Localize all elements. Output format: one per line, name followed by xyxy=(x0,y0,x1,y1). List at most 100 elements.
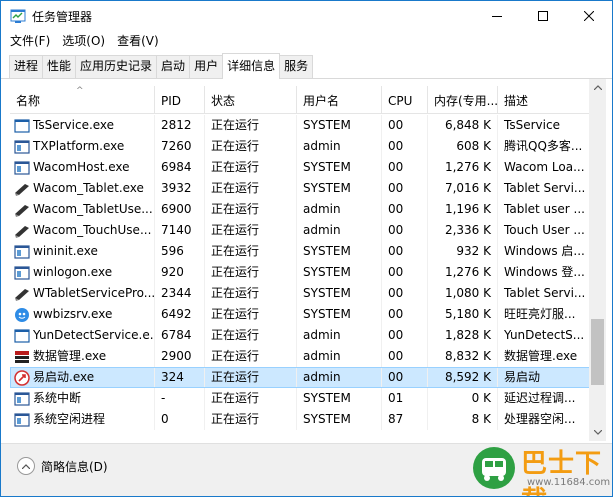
cell-cpu: 00 xyxy=(382,157,428,178)
cell-pid: 6900 xyxy=(155,199,205,220)
maximize-button[interactable] xyxy=(520,1,566,31)
cell-cpu: 00 xyxy=(382,346,428,367)
tab-services[interactable]: 服务 xyxy=(279,55,314,78)
cell-memory: 1,080 K xyxy=(428,283,498,304)
column-header-memory[interactable]: 内存(专用... xyxy=(428,86,498,114)
cell-name: WTabletServicePro... xyxy=(10,283,155,304)
title-bar[interactable]: 任务管理器 xyxy=(1,1,612,31)
table-row[interactable]: winlogon.exe 920 正在运行 SYSTEM 00 1,276 K Window… xyxy=(10,262,590,283)
cell-cpu: 00 xyxy=(382,283,428,304)
table-row[interactable]: 系统中断 - 正在运行 SYSTEM 01 0 K 延迟过程调... xyxy=(10,388,590,409)
cell-name: Wacom_Tablet.exe xyxy=(10,178,155,199)
column-header-cpu[interactable]: CPU xyxy=(382,86,428,114)
column-header-status[interactable]: 状态 xyxy=(205,86,297,114)
cell-user: SYSTEM xyxy=(297,388,382,409)
tab-processes[interactable]: 进程 xyxy=(9,55,44,78)
tab-details[interactable]: 详细信息 xyxy=(222,53,281,79)
cell-memory: 0 K xyxy=(428,388,498,409)
process-name: 数据管理.exe xyxy=(33,349,107,363)
cell-pid: 2900 xyxy=(155,346,205,367)
watermark-brand: 巴士下载 xyxy=(521,449,603,496)
cell-name: Wacom_TouchUse... xyxy=(10,220,155,241)
menu-file[interactable]: 文件(F) xyxy=(1,31,56,52)
chevron-up-circle-icon xyxy=(17,457,35,475)
cell-user: admin xyxy=(297,199,382,220)
cell-description: Touch User ... xyxy=(504,223,585,237)
table-row[interactable]: Wacom_TouchUse... 7140 正在运行 admin 00 2,336 K T… xyxy=(10,220,590,241)
table-row[interactable]: 易启动.exe 324 正在运行 admin 00 8,592 K 易启动 xyxy=(10,367,590,388)
column-header-description[interactable]: 描述 xyxy=(498,86,590,114)
cell-pid: 920 xyxy=(155,262,205,283)
scroll-down-icon xyxy=(593,430,602,435)
cell-pid: 2344 xyxy=(155,283,205,304)
cell-cpu: 00 xyxy=(382,304,428,325)
cell-cpu: 00 xyxy=(382,115,428,136)
table-row[interactable]: YunDetectService.e... 6784 正在运行 admin 00 1,82… xyxy=(10,325,590,346)
process-name: Wacom_Tablet.exe xyxy=(33,181,144,195)
cell-cpu: 00 xyxy=(382,367,428,388)
table-row[interactable]: TXPlatform.exe 7260 正在运行 admin 00 608 K 腾讯QQ多客… xyxy=(10,136,590,157)
process-name: TsService.exe xyxy=(33,118,115,132)
tab-startup[interactable]: 启动 xyxy=(156,55,191,78)
tab-performance[interactable]: 性能 xyxy=(42,55,77,78)
app-window-icon xyxy=(14,265,30,281)
table-row[interactable]: WacomHost.exe 6984 正在运行 SYSTEM 00 1,276 K Waco… xyxy=(10,157,590,178)
tab-app-history[interactable]: 应用历史记录 xyxy=(75,55,158,78)
scroll-up-button[interactable] xyxy=(589,79,606,96)
cell-description: Tablet Servi... xyxy=(504,181,586,195)
cell-name: 系统中断 xyxy=(10,388,155,409)
menu-view[interactable]: 查看(V) xyxy=(111,31,165,52)
table-row[interactable]: wwbizsrv.exe 6492 正在运行 SYSTEM 00 5,180 K 旺旺亮灯服… xyxy=(10,304,590,325)
scroll-thumb[interactable] xyxy=(591,319,604,385)
cell-status: 正在运行 xyxy=(205,283,297,304)
cell-pid: 596 xyxy=(155,241,205,262)
cell-memory: 5,180 K xyxy=(428,304,498,325)
window-controls xyxy=(474,1,612,31)
process-name: YunDetectService.e... xyxy=(33,328,155,342)
cell-description: 腾讯QQ多客... xyxy=(504,139,583,153)
table-row[interactable]: TsService.exe 2812 正在运行 SYSTEM 00 6,848 K TsSe… xyxy=(10,115,590,136)
table-row[interactable]: 系统空闲进程 0 正在运行 SYSTEM 87 8 K 处理器空闲... xyxy=(10,409,590,430)
fewer-details-button[interactable]: 简略信息(D) xyxy=(17,456,108,476)
scroll-down-button[interactable] xyxy=(589,424,606,441)
cell-name: wininit.exe xyxy=(10,241,155,262)
cell-status: 正在运行 xyxy=(205,346,297,367)
vertical-scrollbar[interactable] xyxy=(589,79,606,441)
menu-options[interactable]: 选项(O) xyxy=(56,31,111,52)
close-button[interactable] xyxy=(566,1,612,31)
cell-name: TXPlatform.exe xyxy=(10,136,155,157)
table-row[interactable]: wininit.exe 596 正在运行 SYSTEM 00 932 K Windows 启… xyxy=(10,241,590,262)
cell-pid: 2812 xyxy=(155,115,205,136)
table-row[interactable]: 数据管理.exe 2900 正在运行 admin 00 8,832 K 数据管理.exe xyxy=(10,346,590,367)
cell-pid: 3932 xyxy=(155,178,205,199)
cell-user: SYSTEM xyxy=(297,283,382,304)
tab-users[interactable]: 用户 xyxy=(189,55,224,78)
cell-status: 正在运行 xyxy=(205,220,297,241)
cell-user: SYSTEM xyxy=(297,409,382,430)
cell-name: wwbizsrv.exe xyxy=(10,304,155,325)
pen-icon xyxy=(14,181,30,197)
process-name: 系统中断 xyxy=(33,391,82,405)
column-header-pid[interactable]: PID xyxy=(155,86,205,114)
cell-status: 正在运行 xyxy=(205,178,297,199)
table-row[interactable]: Wacom_TabletUse... 6900 正在运行 admin 00 1,196 K… xyxy=(10,199,590,220)
cell-description: 旺旺亮灯服... xyxy=(504,307,576,321)
table-row[interactable]: WTabletServicePro... 2344 正在运行 SYSTEM 00 1,08… xyxy=(10,283,590,304)
cell-cpu: 00 xyxy=(382,262,428,283)
cell-status: 正在运行 xyxy=(205,367,297,388)
column-header-name[interactable]: 名称 ^ xyxy=(10,86,155,114)
cell-memory: 932 K xyxy=(428,241,498,262)
cell-user: admin xyxy=(297,220,382,241)
process-name: WTabletServicePro... xyxy=(33,286,155,300)
minimize-button[interactable] xyxy=(474,1,520,31)
cell-name: winlogon.exe xyxy=(10,262,155,283)
cell-description: 易启动 xyxy=(504,370,541,384)
maximize-icon xyxy=(538,11,548,21)
table-row[interactable]: Wacom_Tablet.exe 3932 正在运行 SYSTEM 00 7,016 K T… xyxy=(10,178,590,199)
table-header: 名称 ^ PID 状态 用户名 CPU 内存(专用... 描述 xyxy=(10,86,590,114)
column-header-user[interactable]: 用户名 xyxy=(297,86,382,114)
bus-logo-icon xyxy=(473,447,515,489)
pen-icon xyxy=(14,223,30,239)
cell-description: 延迟过程调... xyxy=(504,391,576,405)
cell-memory: 1,276 K xyxy=(428,157,498,178)
